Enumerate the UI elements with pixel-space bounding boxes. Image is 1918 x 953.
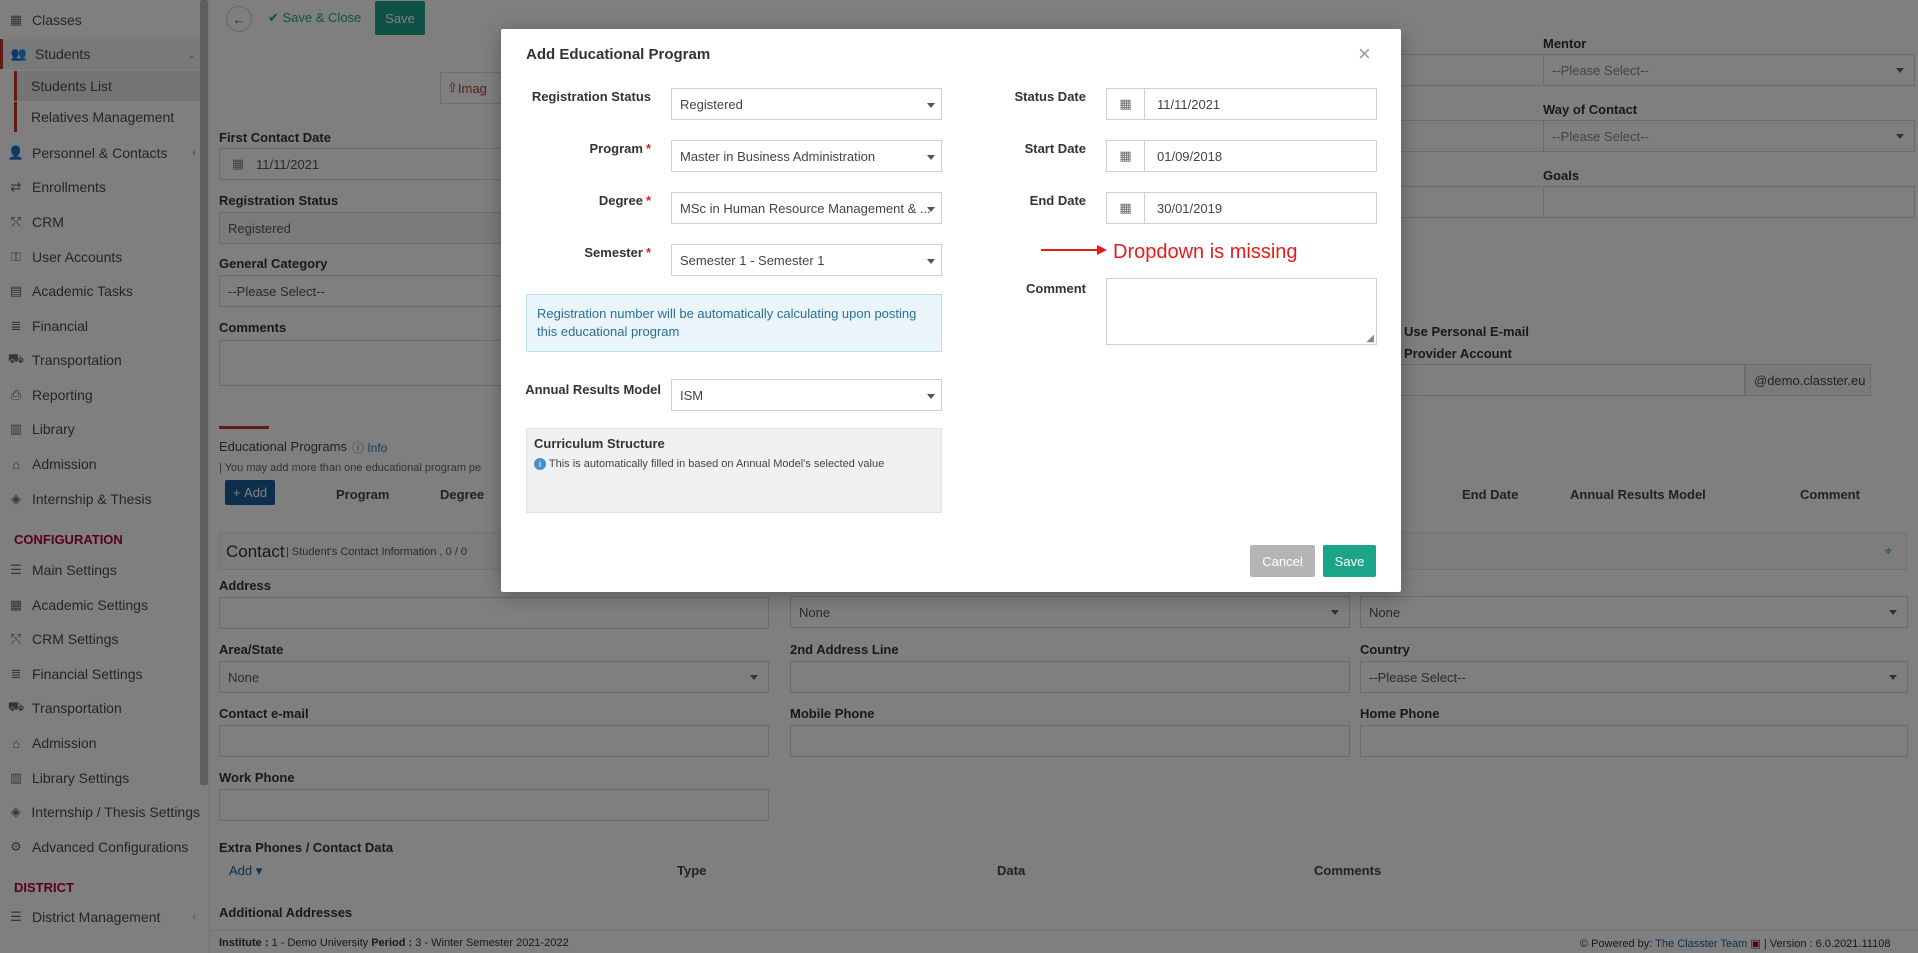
modal-reg-status-select[interactable]: Registered [671, 88, 942, 120]
modal-degree-label-text: Degree [598, 193, 643, 208]
modal-program-value: Master in Business Administration [680, 148, 876, 164]
curriculum-title: Curriculum Structure [534, 436, 665, 451]
cancel-label: Cancel [1262, 553, 1303, 569]
start-date-label-text: Start Date [1024, 141, 1086, 156]
modal-degree-select[interactable]: MSc in Human Resource Management & ... [671, 192, 942, 224]
status-date-value: 11/11/2021 [1157, 96, 1221, 112]
start-date-label: Start Date [981, 141, 1086, 156]
end-date-label: End Date [981, 193, 1086, 208]
calendar-icon: ▦ [1107, 141, 1145, 171]
calendar-icon: ▦ [1107, 89, 1145, 119]
end-date-field[interactable]: ▦ 30/01/2019 [1106, 192, 1377, 224]
start-date-field[interactable]: ▦ 01/09/2018 [1106, 140, 1377, 172]
comment-label-text: Comment [1026, 281, 1086, 296]
modal-reg-status-value: Registered [680, 96, 743, 112]
start-date-value: 01/09/2018 [1157, 148, 1223, 164]
modal-arm-label: Annual Results Model [511, 382, 661, 397]
save-label: Save [1334, 553, 1365, 569]
modal-arm-value: ISM [680, 387, 704, 403]
required-star: * [645, 245, 651, 260]
curriculum-note-text: This is automatically filled in based on… [548, 458, 885, 470]
info-icon: i [534, 458, 546, 470]
modal-degree-label: Degree * [511, 193, 651, 208]
annotation-arrow-icon [1041, 245, 1107, 255]
required-star: * [645, 141, 651, 156]
chevron-down-icon [927, 207, 935, 212]
curriculum-structure-panel: Curriculum Structure i This is automatic… [526, 428, 942, 513]
modal-semester-value: Semester 1 - Semester 1 [680, 252, 825, 268]
modal-degree-value: MSc in Human Resource Management & ... [680, 200, 931, 216]
modal-semester-label: Semester * [511, 245, 651, 260]
save-button[interactable]: Save [1323, 545, 1376, 577]
modal-semester-label-text: Semester [584, 245, 643, 260]
modal-reg-status-label: Registration Status [511, 89, 651, 104]
end-date-label-text: End Date [1029, 193, 1086, 208]
info-alert: Registration number will be automaticall… [526, 294, 942, 352]
resize-handle-icon[interactable]: ◢ [1366, 333, 1374, 344]
calendar-icon: ▦ [1107, 193, 1145, 223]
info-alert-text: Registration number will be automaticall… [537, 306, 917, 339]
modal-arm-select[interactable]: ISM [671, 379, 942, 411]
modal-program-select[interactable]: Master in Business Administration [671, 140, 942, 172]
status-date-field[interactable]: ▦ 11/11/2021 [1106, 88, 1377, 120]
chevron-down-icon [927, 259, 935, 264]
modal-program-label-text: Program [589, 141, 643, 156]
modal-program-label: Program * [511, 141, 651, 156]
chevron-down-icon [927, 394, 935, 399]
cancel-button[interactable]: Cancel [1250, 545, 1315, 577]
chevron-down-icon [927, 103, 935, 108]
comment-label: Comment [981, 281, 1086, 296]
status-date-label: Status Date [981, 89, 1086, 104]
curriculum-note: i This is automatically filled in based … [534, 458, 884, 470]
modal-arm-label-text: Annual Results Model [525, 382, 661, 397]
chevron-down-icon [927, 155, 935, 160]
required-star: * [645, 193, 651, 208]
close-icon[interactable]: × [1358, 43, 1371, 65]
app-window: ▦ Classes 👥 Students ⌄ Students List Rel… [0, 0, 1918, 953]
comment-textarea[interactable]: ◢ [1106, 278, 1377, 345]
annotation-text: Dropdown is missing [1113, 241, 1298, 263]
modal-semester-select[interactable]: Semester 1 - Semester 1 [671, 244, 942, 276]
modal-reg-status-label-text: Registration Status [531, 89, 651, 104]
add-educational-program-dialog: Add Educational Program × Registration S… [501, 29, 1401, 592]
end-date-value: 30/01/2019 [1157, 200, 1223, 216]
dialog-title: Add Educational Program [526, 46, 711, 63]
status-date-label-text: Status Date [1014, 89, 1086, 104]
